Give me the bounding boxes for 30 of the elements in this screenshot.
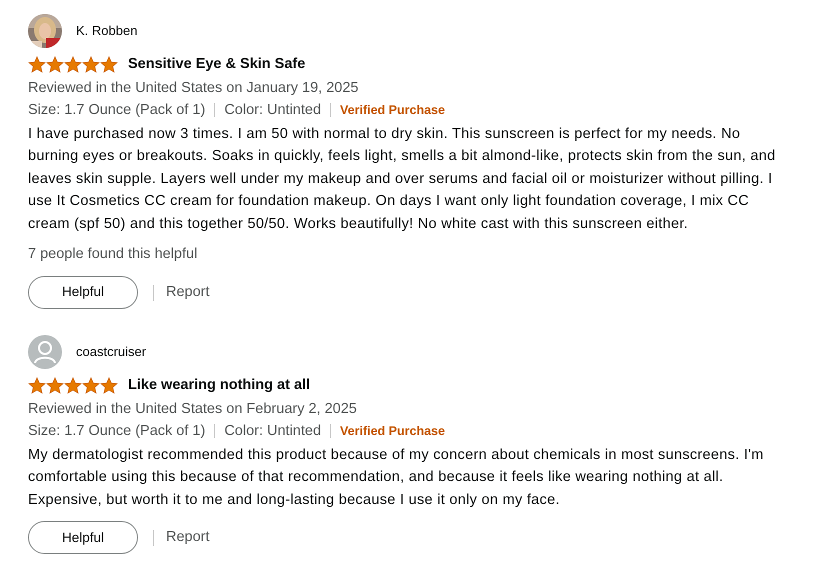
reviewer-name: K. Robben <box>76 22 138 40</box>
star-icon <box>100 377 118 394</box>
star-icon <box>28 56 46 74</box>
review-title[interactable]: Sensitive Eye & Skin Safe <box>128 54 306 76</box>
reviewer-name: coastcruiser <box>76 343 146 362</box>
size-option: Size: 1.7 Ounce (Pack of 1) <box>28 98 206 121</box>
color-option: Color: Untinted <box>224 98 322 121</box>
helpful-count: 7 people found this helpful <box>28 245 198 264</box>
size-option: Size: 1.7 Ounce (Pack of 1) <box>28 420 206 442</box>
star-icon <box>64 377 82 394</box>
color-option: Color: Untinted <box>224 420 322 442</box>
star-icon <box>82 377 100 394</box>
star-icon <box>100 56 118 74</box>
helpful-button[interactable]: Helpful <box>28 276 138 309</box>
review-text: My dermatologist recommended this product because of my concern about chemicals in most sunscreens. I'm comfortable using this because of that recommendation, and because it feels like wearing nothing at all. Expensive, but worth it to me and long-lasting because I use it only on my face. <box>28 446 765 510</box>
review-date: Reviewed in the United States on January 19, 2025 <box>28 78 360 98</box>
report-link[interactable]: Report <box>166 282 210 304</box>
report-link[interactable]: Report <box>166 526 210 549</box>
star-icon <box>46 377 64 394</box>
verified-purchase-label: Verified Purchase <box>340 422 445 440</box>
review-title[interactable]: Like wearing nothing at all <box>128 375 310 397</box>
review-date: Reviewed in the United States on February 2, 2025 <box>28 400 358 419</box>
star-icon <box>64 56 82 74</box>
star-icon <box>28 377 46 394</box>
review-text: I have purchased now 3 times. I am 50 with normal to dry skin. This sunscreen is perfect for my needs. No burning eyes or breakouts. Soaks in quickly, feels light, smells a bit almond-like, protects skin from the sun, and leaves skin supple. Layers well under my makeup and over serums and facial oil or moisturizer without pilling. I use It Cosmetics CC cream for foundation makeup. On days I want only light foundation coverage, I mix CC cream (spf 50) and this together 50/50. Works beautifully! No white cast with this sunscreen either. <box>28 124 776 234</box>
star-icon <box>46 56 64 74</box>
star-icon <box>82 56 100 74</box>
verified-purchase-label: Verified Purchase <box>340 102 445 119</box>
helpful-button[interactable]: Helpful <box>28 521 138 554</box>
user-avatar-icon <box>28 335 62 369</box>
